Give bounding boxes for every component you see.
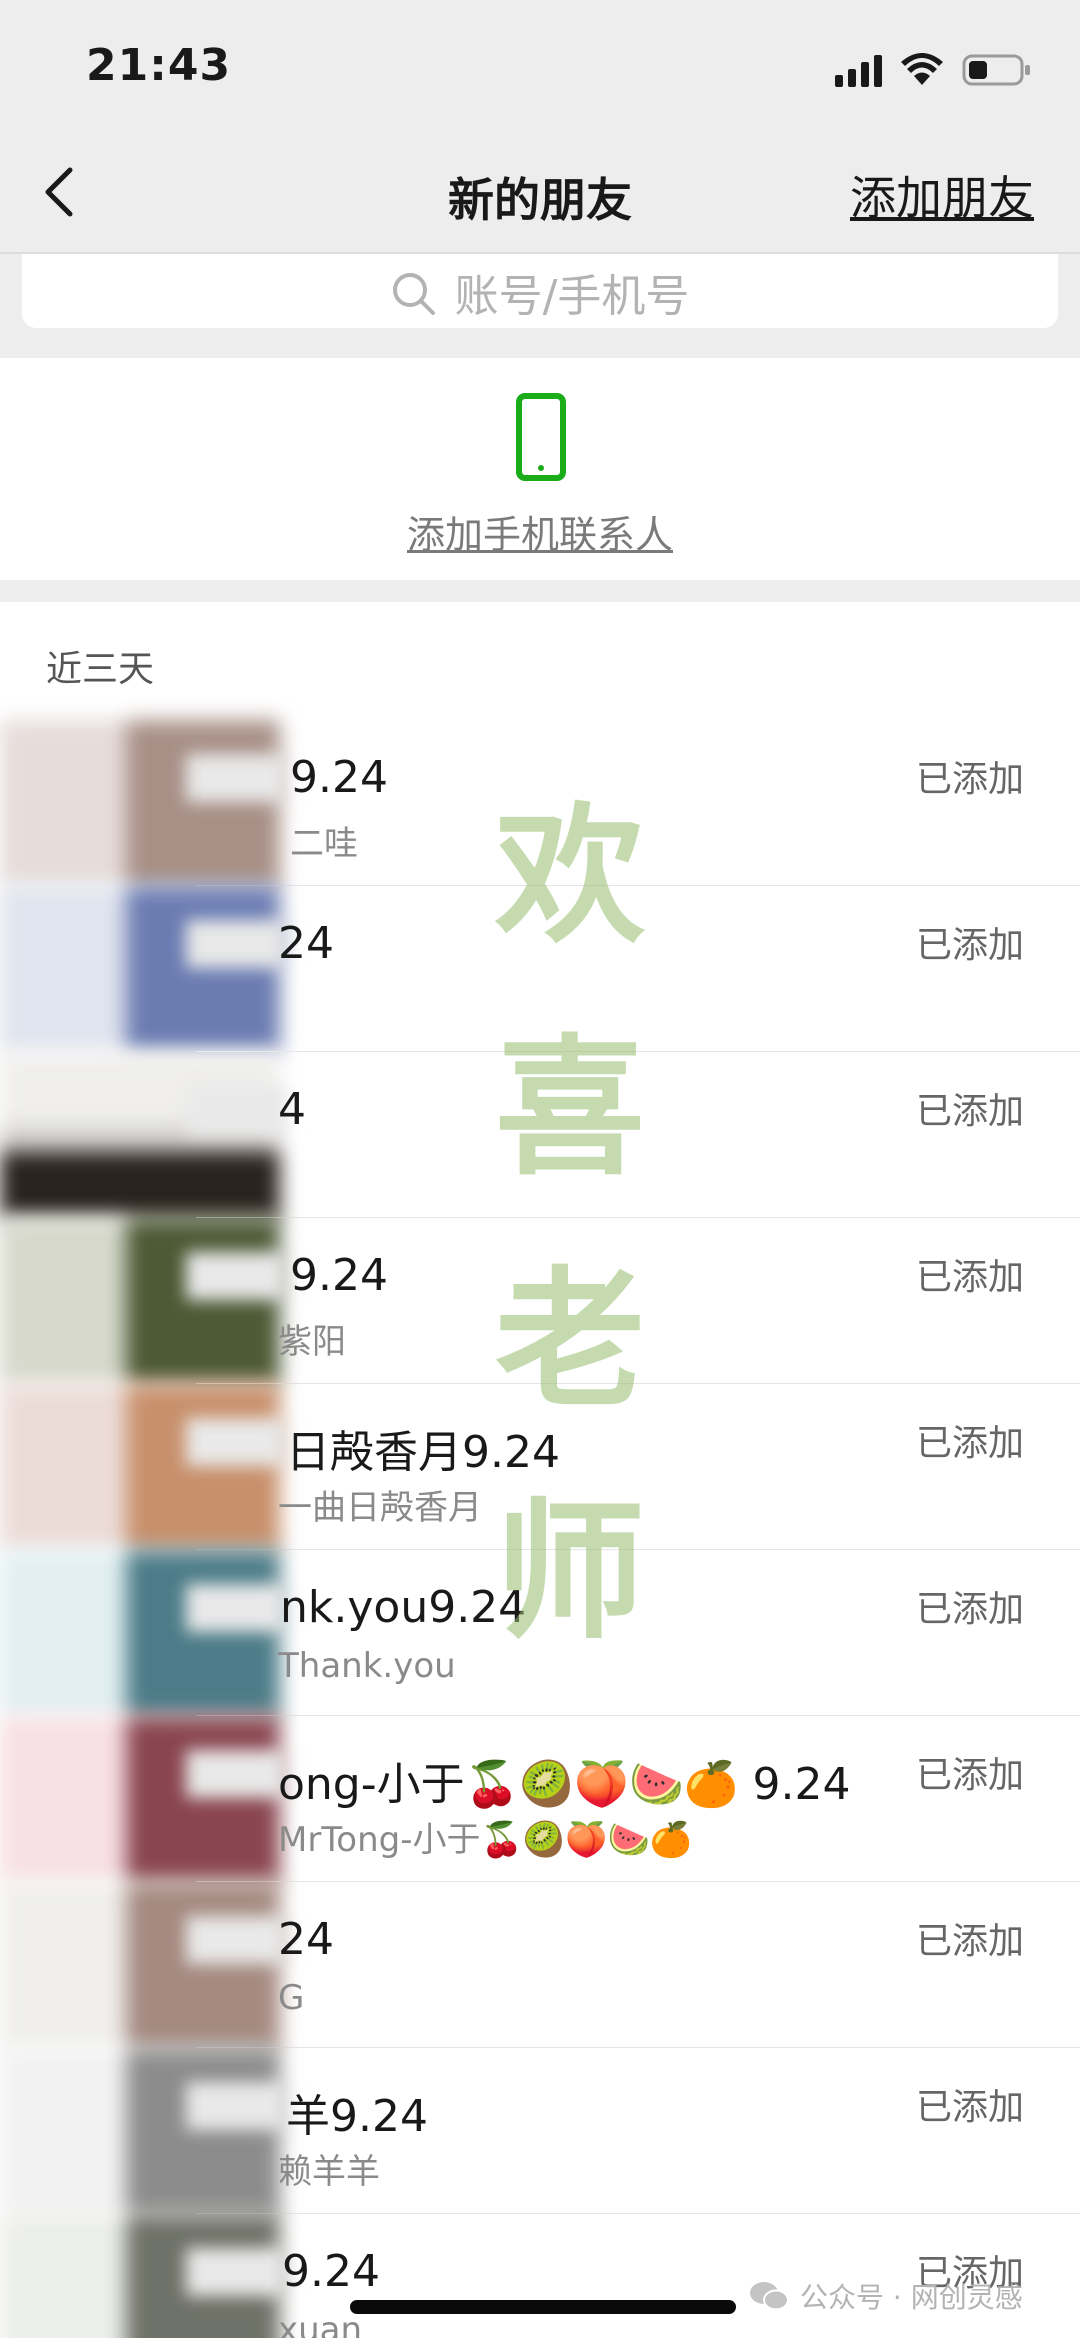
avatar	[0, 1550, 280, 1716]
add-phone-contacts-label: 添加手机联系人	[406, 513, 673, 557]
contact-name: 9.24	[290, 1250, 388, 1301]
status-time: 21:43	[86, 40, 232, 91]
contact-name: 24	[278, 918, 334, 969]
added-status: 已添加	[915, 925, 1024, 966]
added-status: 已添加	[915, 1589, 1024, 1630]
list-item[interactable]: 24 G 已添加	[0, 1882, 1080, 2048]
added-status: 已添加	[915, 1921, 1024, 1962]
contact-subtitle: 赖羊羊	[278, 2152, 380, 2192]
search-placeholder: 账号/手机号	[454, 271, 690, 322]
smartphone-icon	[515, 392, 567, 486]
added-status: 已添加	[915, 1091, 1024, 1132]
status-icons	[835, 48, 1032, 92]
watermark-char: 师	[494, 1484, 645, 1660]
added-status: 已添加	[915, 1755, 1024, 1796]
added-status: 已添加	[915, 1257, 1024, 1298]
search-input[interactable]: 账号/手机号	[22, 254, 1058, 328]
add-friend-link[interactable]: 添加朋友	[850, 162, 1034, 228]
contact-name: 羊9.24	[286, 2091, 428, 2142]
contact-subtitle: 二哇	[290, 824, 358, 864]
footer-credit-text: 公众号 · 网创灵感	[800, 2281, 1023, 2314]
list-item[interactable]: ong-小于🍒🥝🍑🍉🍊 9.24 MrTong-小于🍒🥝🍑🍉🍊 已添加	[0, 1716, 1080, 1882]
cellular-signal-icon	[835, 53, 882, 87]
contact-subtitle: G	[278, 1978, 305, 2018]
section-header: 近三天	[46, 649, 155, 690]
contact-name: 9.24	[282, 2246, 380, 2297]
avatar	[0, 1052, 280, 1218]
nav-bar: 新的朋友 添加朋友	[0, 132, 1080, 254]
contact-name: 24	[278, 1914, 334, 1965]
search-icon	[392, 273, 435, 315]
battery-icon	[962, 52, 1032, 88]
avatar	[0, 720, 280, 886]
wechat-icon	[750, 2282, 789, 2311]
contact-subtitle: MrTong-小于🍒🥝🍑🍉🍊	[278, 1820, 693, 1860]
contact-name: 9.24	[290, 752, 388, 803]
avatar	[0, 1882, 280, 2048]
contact-subtitle: 紫阳	[278, 1322, 346, 1362]
added-status: 已添加	[915, 2087, 1024, 2128]
footer-credit: 公众号 · 网创灵感	[748, 2276, 1023, 2316]
contact-name: ong-小于🍒🥝🍑🍉🍊 9.24	[278, 1759, 851, 1810]
watermark-char: 老	[494, 1252, 645, 1428]
list-item[interactable]: 羊9.24 赖羊羊 已添加	[0, 2048, 1080, 2214]
wifi-icon	[900, 53, 944, 87]
contact-name: 4	[278, 1084, 306, 1135]
contact-subtitle: xuan	[278, 2310, 363, 2338]
avatar	[0, 1384, 280, 1550]
add-phone-contacts[interactable]: 添加手机联系人	[0, 358, 1080, 580]
status-bar: 21:43	[0, 0, 1080, 132]
search-area: 账号/手机号	[0, 254, 1080, 358]
avatar	[0, 2048, 280, 2214]
added-status: 已添加	[915, 1423, 1024, 1464]
watermark-char: 欢	[494, 788, 645, 964]
contact-subtitle: Thank.you	[278, 1646, 456, 1686]
avatar	[0, 886, 280, 1052]
avatar	[0, 1218, 280, 1384]
watermark: 欢 喜 老 师	[470, 760, 670, 1688]
home-indicator[interactable]	[350, 2300, 736, 2314]
added-status: 已添加	[915, 759, 1024, 800]
avatar	[0, 1716, 280, 1882]
watermark-char: 喜	[494, 1020, 645, 1196]
contact-subtitle: 一曲日殸香月	[278, 1488, 482, 1528]
